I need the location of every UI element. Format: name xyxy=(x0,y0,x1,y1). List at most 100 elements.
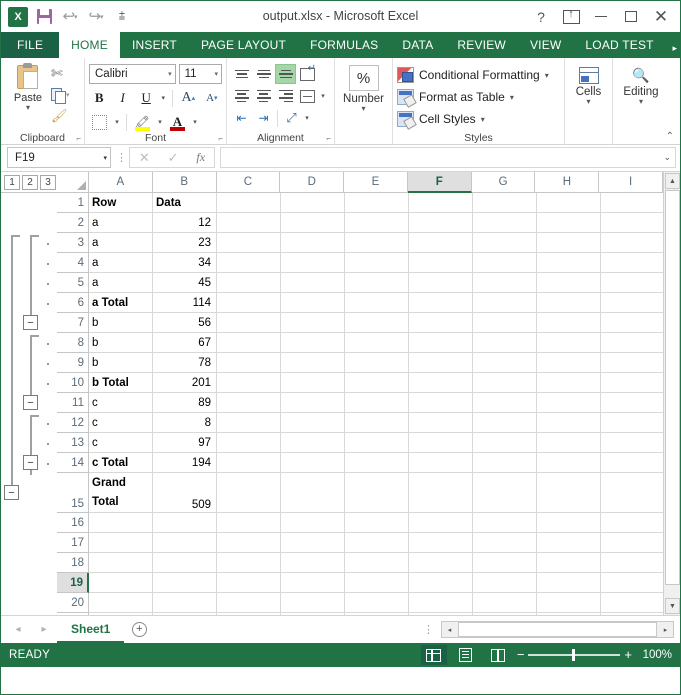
cell-H15[interactable] xyxy=(537,473,601,513)
cell-E8[interactable] xyxy=(345,333,409,353)
close-button[interactable]: ✕ xyxy=(646,4,676,30)
cell-E15[interactable] xyxy=(345,473,409,513)
cell-E10[interactable] xyxy=(345,373,409,393)
cell-C12[interactable] xyxy=(217,413,281,433)
row-header-6[interactable]: 6 xyxy=(57,293,89,313)
align-center-button[interactable] xyxy=(253,86,274,106)
cell-H13[interactable] xyxy=(537,433,601,453)
cell-B15[interactable]: 509 xyxy=(153,473,217,513)
cell-A13[interactable]: c xyxy=(89,433,153,453)
column-header-e[interactable]: E xyxy=(344,172,408,193)
cell-F21[interactable] xyxy=(409,613,473,615)
row-header-1[interactable]: 1 xyxy=(57,193,89,213)
row-header-19[interactable]: 19 xyxy=(57,573,89,593)
vertical-scroll-thumb[interactable] xyxy=(665,190,680,585)
cell-E16[interactable] xyxy=(345,513,409,533)
outline-level-1-button[interactable]: 1 xyxy=(4,175,20,190)
row-header-21[interactable]: 21 xyxy=(57,613,89,615)
row-header-10[interactable]: 10 xyxy=(57,373,89,393)
cell-E4[interactable] xyxy=(345,253,409,273)
cell-H6[interactable] xyxy=(537,293,601,313)
outline-collapse-button-group-b[interactable]: − xyxy=(23,395,38,410)
row-header-2[interactable]: 2 xyxy=(57,213,89,233)
cell-I17[interactable] xyxy=(601,533,663,553)
cell-D7[interactable] xyxy=(281,313,345,333)
cell-C9[interactable] xyxy=(217,353,281,373)
outline-collapse-button-group-a[interactable]: − xyxy=(23,315,38,330)
row-header-17[interactable]: 17 xyxy=(57,533,89,553)
outline-level-3-button[interactable]: 3 xyxy=(40,175,56,190)
cell-B7[interactable]: 56 xyxy=(153,313,217,333)
cell-H1[interactable] xyxy=(537,193,601,213)
cell-G17[interactable] xyxy=(473,533,537,553)
paste-button[interactable]: Paste ▾ xyxy=(5,61,51,130)
cell-B11[interactable]: 89 xyxy=(153,393,217,413)
cell-A15[interactable]: Grand Total xyxy=(89,473,153,513)
column-header-b[interactable]: B xyxy=(153,172,217,193)
cell-B1[interactable]: Data xyxy=(153,193,217,213)
scroll-left-button[interactable]: ◂ xyxy=(442,622,457,637)
cell-D17[interactable] xyxy=(281,533,345,553)
font-name-combo[interactable]: Calibri ▾ xyxy=(89,64,176,84)
tab-data[interactable]: DATA xyxy=(390,32,445,58)
underline-button[interactable]: U xyxy=(136,88,156,109)
cell-A12[interactable]: c xyxy=(89,413,153,433)
cell-F11[interactable] xyxy=(409,393,473,413)
number-format-button[interactable]: % Number ▾ xyxy=(339,61,388,130)
cell-B21[interactable] xyxy=(153,613,217,615)
cell-D13[interactable] xyxy=(281,433,345,453)
merge-center-button[interactable] xyxy=(297,86,318,106)
previous-sheet-button[interactable]: ◂ xyxy=(5,617,31,643)
formula-input[interactable]: ⌄ xyxy=(220,147,676,168)
redo-button[interactable]: ↪▾ xyxy=(84,5,108,29)
tab-home[interactable]: HOME xyxy=(59,32,120,58)
cell-H2[interactable] xyxy=(537,213,601,233)
enter-formula-icon[interactable]: ✓ xyxy=(168,150,179,166)
borders-caret-icon[interactable]: ▾ xyxy=(113,118,121,126)
cell-F7[interactable] xyxy=(409,313,473,333)
cell-H10[interactable] xyxy=(537,373,601,393)
cell-F16[interactable] xyxy=(409,513,473,533)
cell-G8[interactable] xyxy=(473,333,537,353)
cell-E1[interactable] xyxy=(345,193,409,213)
zoom-slider-knob[interactable] xyxy=(572,649,575,661)
cell-D6[interactable] xyxy=(281,293,345,313)
cell-G14[interactable] xyxy=(473,453,537,473)
cell-D11[interactable] xyxy=(281,393,345,413)
name-box[interactable]: F19 ▾ xyxy=(7,147,111,168)
cell-C7[interactable] xyxy=(217,313,281,333)
zoom-level-label[interactable]: 100% xyxy=(638,649,672,661)
column-header-h[interactable]: H xyxy=(535,172,599,193)
cell-F14[interactable] xyxy=(409,453,473,473)
editing-button[interactable]: 🔍 Editing ▾ xyxy=(617,61,665,130)
cell-A9[interactable]: b xyxy=(89,353,153,373)
cell-I6[interactable] xyxy=(601,293,663,313)
wrap-text-button[interactable] xyxy=(297,64,318,84)
cell-A18[interactable] xyxy=(89,553,153,573)
scroll-right-button[interactable]: ▸ xyxy=(658,622,673,637)
cell-G20[interactable] xyxy=(473,593,537,613)
cell-F15[interactable] xyxy=(409,473,473,513)
cell-B20[interactable] xyxy=(153,593,217,613)
cell-F8[interactable] xyxy=(409,333,473,353)
row-header-11[interactable]: 11 xyxy=(57,393,89,413)
cell-G6[interactable] xyxy=(473,293,537,313)
cell-I13[interactable] xyxy=(601,433,663,453)
cell-B18[interactable] xyxy=(153,553,217,573)
middle-align-button[interactable] xyxy=(253,64,274,84)
cell-G1[interactable] xyxy=(473,193,537,213)
merge-caret-icon[interactable]: ▾ xyxy=(319,92,327,100)
cell-C1[interactable] xyxy=(217,193,281,213)
tab-load-test[interactable]: LOAD TEST xyxy=(573,32,665,58)
clipboard-dialog-launcher[interactable]: ⌐ xyxy=(76,134,81,143)
cell-H21[interactable] xyxy=(537,613,601,615)
row-header-15[interactable]: 15 xyxy=(57,473,89,513)
expand-formula-bar-icon[interactable]: ⌄ xyxy=(663,152,671,163)
cell-C20[interactable] xyxy=(217,593,281,613)
page-layout-view-button[interactable] xyxy=(453,645,479,665)
outline-collapse-button-group-c[interactable]: − xyxy=(23,455,38,470)
cell-F18[interactable] xyxy=(409,553,473,573)
column-header-c[interactable]: C xyxy=(217,172,281,193)
cell-B17[interactable] xyxy=(153,533,217,553)
cell-A14[interactable]: c Total xyxy=(89,453,153,473)
